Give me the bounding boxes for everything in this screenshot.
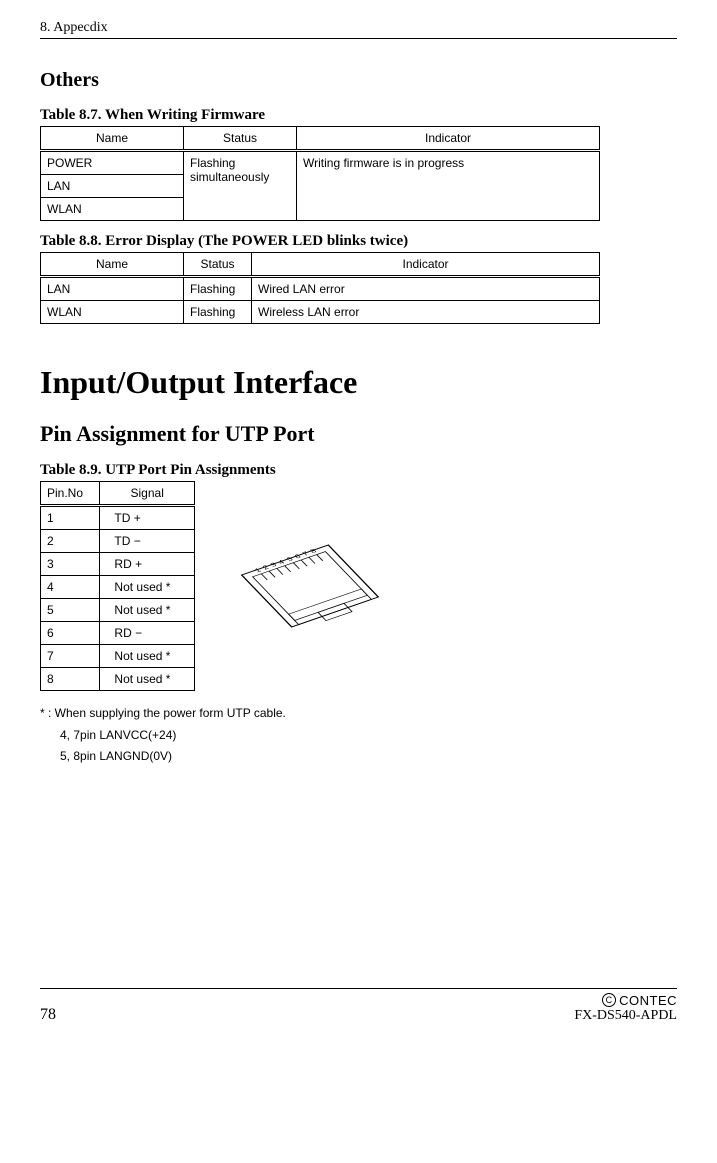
t88-h-name: Name (41, 253, 184, 277)
svg-text:5: 5 (285, 555, 295, 562)
table-cell: Not used * (100, 576, 195, 599)
rj45-connector-icon: 1 2 3 4 5 6 7 8 (235, 511, 385, 661)
io-subtitle: Pin Assignment for UTP Port (40, 421, 677, 447)
table-cell: 1 (41, 506, 100, 530)
t87-h-status: Status (184, 127, 297, 151)
table-8-8-caption: Table 8.8. Error Display (The POWER LED … (40, 233, 677, 250)
io-chapter-title: Input/Output Interface (40, 364, 677, 401)
footnote-line1: 4, 7pin LANVCC(+24) (40, 725, 677, 747)
table-8-7: Name Status Indicator POWER Flashing sim… (40, 126, 600, 221)
footnote-block: * : When supplying the power form UTP ca… (40, 703, 677, 768)
table-cell: Flashing (184, 301, 252, 324)
table-cell: WLAN (41, 301, 184, 324)
table-cell: Not used * (100, 645, 195, 668)
section-others-title: Others (40, 69, 677, 92)
t88-h-status: Status (184, 253, 252, 277)
table-cell: POWER (41, 151, 184, 175)
t87-h-indicator: Indicator (297, 127, 600, 151)
table-8-9: Pin.No Signal 1TD + 2TD − 3RD + 4Not use… (40, 481, 195, 691)
svg-text:6: 6 (293, 553, 303, 560)
table-cell: 2 (41, 530, 100, 553)
table-cell: 4 (41, 576, 100, 599)
chapter-header: 8. Appecdix (40, 20, 677, 39)
table-cell: 8 (41, 668, 100, 691)
table-cell: Wired LAN error (252, 277, 600, 301)
t88-h-indicator: Indicator (252, 253, 600, 277)
footnote-line2: 5, 8pin LANGND(0V) (40, 746, 677, 768)
table-cell: 6 (41, 622, 100, 645)
svg-text:1: 1 (253, 567, 263, 574)
copyright-icon: C (602, 993, 616, 1007)
table-cell: 5 (41, 599, 100, 622)
svg-text:8: 8 (308, 547, 318, 554)
table-8-9-caption: Table 8.9. UTP Port Pin Assignments (40, 462, 677, 479)
table-cell: Writing firmware is in progress (297, 151, 600, 221)
svg-text:7: 7 (301, 550, 311, 557)
table-8-7-caption: Table 8.7. When Writing Firmware (40, 107, 677, 124)
table-cell: 7 (41, 645, 100, 668)
table-cell: LAN (41, 277, 184, 301)
table-cell: Flashing simultaneously (184, 151, 297, 221)
page-footer: 78 C CONTEC FX-DS540-APDL (40, 988, 677, 1024)
t89-h-pin: Pin.No (41, 482, 100, 506)
table-cell: Flashing (184, 277, 252, 301)
table-cell: Wireless LAN error (252, 301, 600, 324)
table-cell: RD + (100, 553, 195, 576)
table-cell: WLAN (41, 198, 184, 221)
table-cell: Not used * (100, 599, 195, 622)
t87-h-name: Name (41, 127, 184, 151)
svg-text:2: 2 (261, 564, 271, 571)
table-cell: RD − (100, 622, 195, 645)
model-name: FX-DS540-APDL (574, 1008, 677, 1024)
svg-text:4: 4 (276, 558, 286, 565)
table-8-8: Name Status Indicator LAN Flashing Wired… (40, 252, 600, 324)
page-number: 78 (40, 1006, 56, 1024)
svg-text:3: 3 (268, 561, 278, 568)
table-cell: Not used * (100, 668, 195, 691)
table-cell: TD + (100, 506, 195, 530)
brand-name: CONTEC (619, 993, 677, 1008)
t89-h-signal: Signal (100, 482, 195, 506)
table-cell: 3 (41, 553, 100, 576)
table-cell: LAN (41, 175, 184, 198)
footnote-star: * : When supplying the power form UTP ca… (40, 706, 286, 720)
table-cell: TD − (100, 530, 195, 553)
